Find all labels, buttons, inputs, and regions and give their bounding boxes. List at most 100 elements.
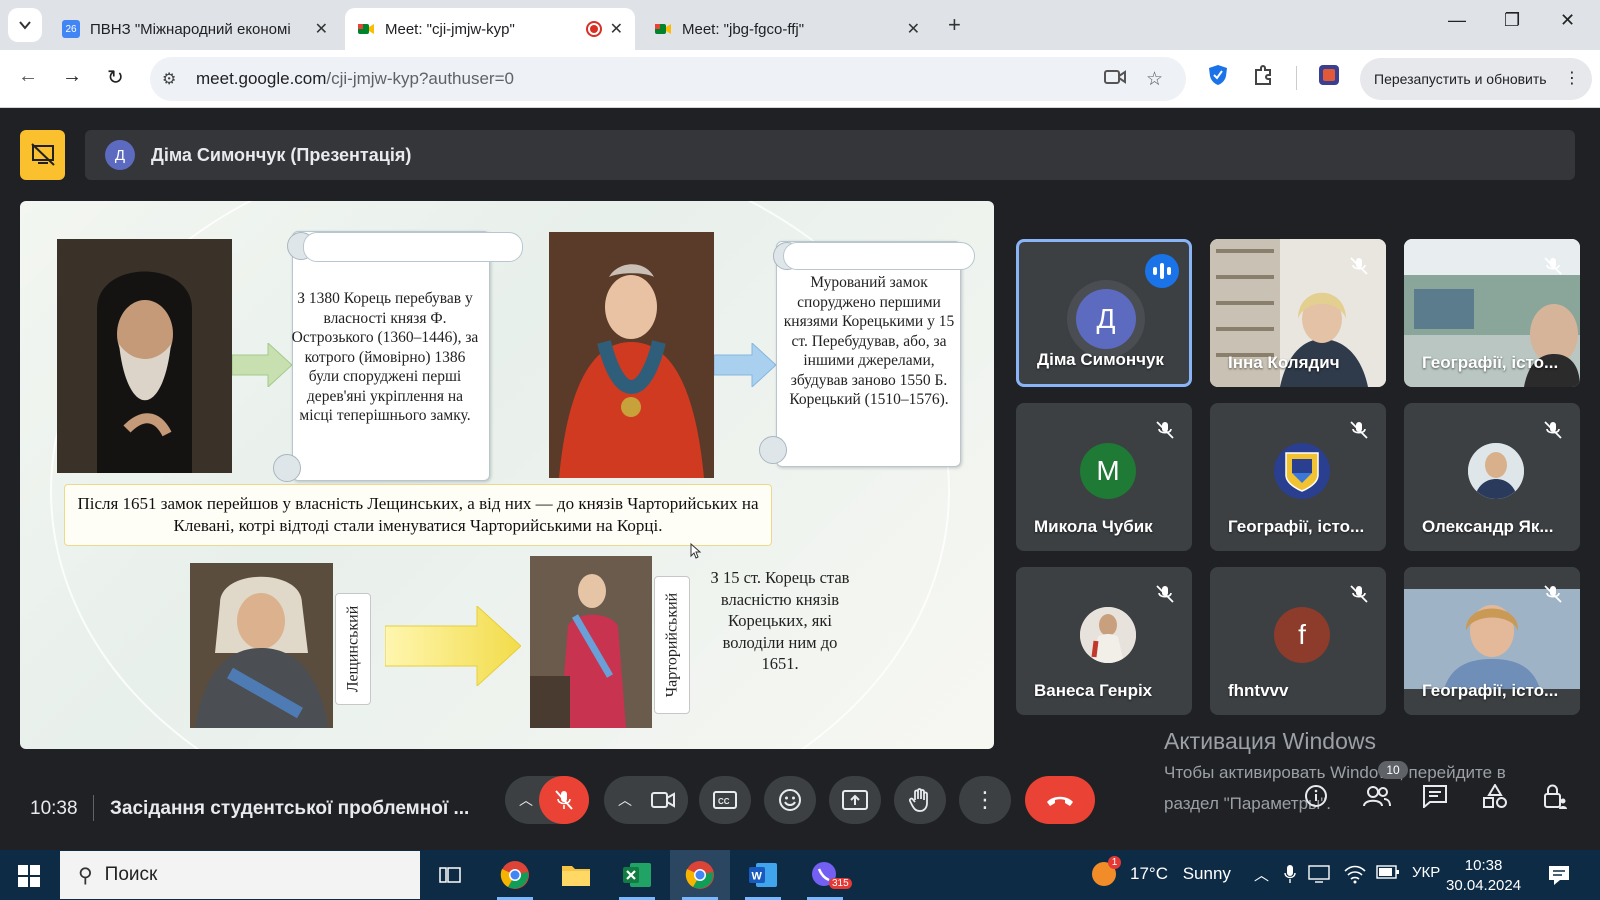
participant-tile[interactable]: Географії, істо... [1404,567,1580,715]
windows-taskbar: ⚲ Поиск W 315 1 17°C Sunny ︿ УКР 10:38 3… [0,850,1600,900]
participant-tile[interactable]: Олександр Як... [1404,403,1580,551]
captions-button[interactable]: CC [699,776,751,824]
mic-off-icon [1346,581,1372,607]
extensions-puzzle-icon[interactable] [1252,64,1274,92]
more-vert-icon: ⋮ [974,787,996,812]
mic-off-icon [1540,253,1566,279]
reactions-button[interactable] [764,776,816,824]
tab-meet-active[interactable]: Meet: "cji-jmjw-kyp" ✕ [345,8,635,50]
microphone-tray-icon[interactable] [1284,864,1296,888]
file-explorer-app[interactable] [546,850,606,900]
meeting-info-button[interactable] [1304,784,1328,814]
more-vert-icon[interactable]: ⋮ [1564,68,1580,88]
task-view-button[interactable] [420,850,480,900]
presentation-slide: З 1380 Корець перебував у власності княз… [20,201,994,749]
camera-options-chevron-icon[interactable]: ︿ [618,790,632,810]
close-icon[interactable]: ✕ [907,19,920,39]
word-app[interactable]: W [733,850,793,900]
meet-icon [654,20,672,38]
toolbar-divider [1296,66,1297,90]
close-icon[interactable]: ✕ [610,19,623,39]
new-tab-button[interactable]: + [948,12,961,38]
avatar [1274,443,1330,499]
profile-photo [1468,443,1524,499]
address-bar[interactable]: ⚙ meet.google.com/cji-jmjw-kyp?authuser=… [150,57,1186,101]
present-screen-button[interactable] [829,776,881,824]
participant-name: fhntvvv [1228,681,1289,700]
bookmark-star-icon[interactable]: ☆ [1146,68,1163,91]
participant-tile[interactable]: f fhntvvv [1210,567,1386,715]
calendar-icon: 26 [62,20,80,38]
browser-tab-bar: 26 ПВНЗ "Міжнародний економі ✕ Meet: "cj… [0,0,1600,50]
mic-off-icon [1346,253,1372,279]
participant-tile[interactable]: Д Діма Симончук [1016,239,1192,387]
participant-tile[interactable]: Географії, істо... [1210,403,1386,551]
participant-tile[interactable]: Географії, істо... [1404,239,1580,387]
slide-main-text: Після 1651 замок перейшов у власність Ле… [64,484,772,546]
battery-icon[interactable] [1376,864,1400,884]
restore-button[interactable]: ❐ [1504,10,1520,31]
back-button[interactable]: ← [18,65,38,88]
chat-button[interactable] [1422,784,1448,814]
tab-title: Meet: "cji-jmjw-kyp" [385,20,515,38]
weather-widget[interactable]: 17°C Sunny [1130,864,1231,884]
excel-app[interactable] [607,850,667,900]
chrome-app-active[interactable] [670,850,730,900]
avatar: Д [1076,289,1136,349]
minimize-button[interactable]: — [1448,10,1466,31]
weather-temperature: 17°C [1130,864,1168,883]
reload-button[interactable]: ↻ [107,65,124,90]
avatar: M [1080,443,1136,499]
divider [93,795,94,821]
close-window-button[interactable]: ✕ [1560,10,1575,31]
arrow-right-green [232,343,292,387]
taskbar-search-box[interactable]: ⚲ Поиск [60,851,420,899]
viber-unread-badge: 315 [829,878,852,889]
activities-button[interactable] [1482,783,1508,814]
avatar [1080,607,1136,663]
forward-button[interactable]: → [62,65,82,88]
people-button[interactable] [1362,784,1392,814]
chrome-app[interactable] [485,850,545,900]
task-view-icon [439,867,461,883]
display-tray-icon[interactable] [1308,864,1330,888]
url-text: meet.google.com/cji-jmjw-kyp?authuser=0 [196,69,514,88]
close-icon[interactable]: ✕ [315,19,328,39]
camera-toggle-button[interactable] [638,776,688,824]
mic-options-chevron-icon[interactable]: ︿ [519,790,533,810]
notifications-icon[interactable] [1548,864,1570,890]
avatar: Д [105,140,135,170]
participant-tile[interactable]: Інна Колядич [1210,239,1386,387]
participant-tile[interactable]: Ванеса Генріх [1016,567,1192,715]
microphone-toggle-button[interactable] [539,776,589,824]
tab-search-button[interactable] [8,8,42,42]
hide-presentation-button[interactable] [20,130,65,180]
tab-meet-2[interactable]: Meet: "jbg-fgco-ffj" ✕ [642,8,932,50]
host-controls-button[interactable] [1542,784,1568,816]
participant-name: Микола Чубик [1034,517,1153,536]
language-indicator[interactable]: УКР [1412,864,1440,881]
more-options-button[interactable]: ⋮ [959,776,1011,824]
leave-call-button[interactable] [1025,776,1095,824]
presenter-banner: Д Діма Симончук (Презентація) [85,130,1575,180]
tab-calendar[interactable]: 26 ПВНЗ "Міжнародний економі ✕ [50,8,340,50]
wifi-icon[interactable] [1344,864,1366,888]
site-info-icon[interactable]: ⚙ [162,69,176,89]
raise-hand-button[interactable] [894,776,946,824]
tray-overflow-chevron-icon[interactable]: ︿ [1254,864,1269,885]
meeting-clock: 10:38 [30,798,78,819]
arrow-right-yellow [385,606,521,686]
participant-name: Географії, істо... [1422,353,1559,372]
participant-tile[interactable]: M Микола Чубик [1016,403,1192,551]
camera-in-use-icon[interactable] [1104,68,1126,92]
shield-extension-icon[interactable] [1208,64,1228,92]
viber-app[interactable]: 315 [795,850,855,900]
avatar [1468,443,1524,499]
profile-avatar-icon[interactable] [1318,64,1340,92]
windows-start-icon[interactable] [18,865,40,887]
clock-date: 30.04.2024 [1446,877,1522,894]
participant-name: Географії, істо... [1228,517,1365,536]
relaunch-update-button[interactable]: Перезапустить и обновить ⋮ [1360,58,1592,100]
tab-title: Meet: "jbg-fgco-ffj" [682,20,805,38]
system-clock[interactable]: 10:38 30.04.2024 [1446,856,1521,896]
